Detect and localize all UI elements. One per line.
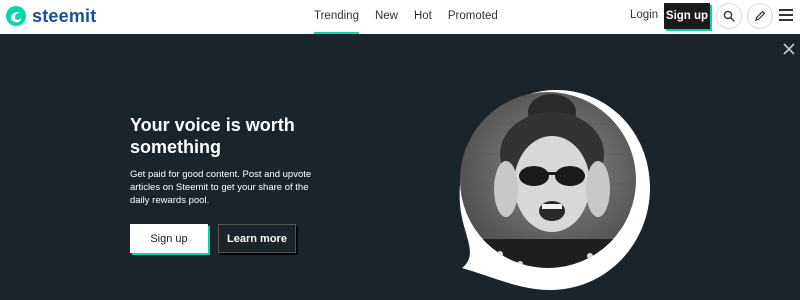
main-nav: Trending New Hot Promoted — [306, 0, 506, 34]
hero-signup-button[interactable]: Sign up — [130, 224, 208, 253]
nav-tab-new[interactable]: New — [367, 0, 406, 34]
search-icon — [723, 10, 735, 22]
nav-tab-hot[interactable]: Hot — [406, 0, 440, 34]
write-post-button[interactable] — [747, 3, 773, 29]
brand-name: steemit — [32, 5, 97, 26]
nav-tab-promoted[interactable]: Promoted — [440, 0, 506, 34]
login-link[interactable]: Login — [630, 9, 658, 21]
steemit-logo[interactable]: steemit — [5, 5, 96, 27]
signup-button-header[interactable]: Sign up — [664, 3, 710, 29]
welcome-banner — [0, 34, 800, 300]
hamburger-menu-icon[interactable] — [779, 9, 793, 21]
learn-more-button[interactable]: Learn more — [218, 224, 296, 253]
hero-headline: Your voice is worth something — [130, 115, 295, 157]
pencil-icon — [755, 10, 766, 21]
close-icon[interactable] — [783, 43, 795, 55]
search-button[interactable] — [716, 3, 742, 29]
nav-tab-trending[interactable]: Trending — [306, 0, 367, 34]
portrait-photo — [459, 90, 650, 290]
top-navigation-bar: steemit Trending New Hot Promoted Login … — [0, 0, 800, 34]
hero-subtext: Get paid for good content. Post and upvo… — [130, 169, 312, 206]
steemit-logo-icon — [6, 6, 26, 26]
